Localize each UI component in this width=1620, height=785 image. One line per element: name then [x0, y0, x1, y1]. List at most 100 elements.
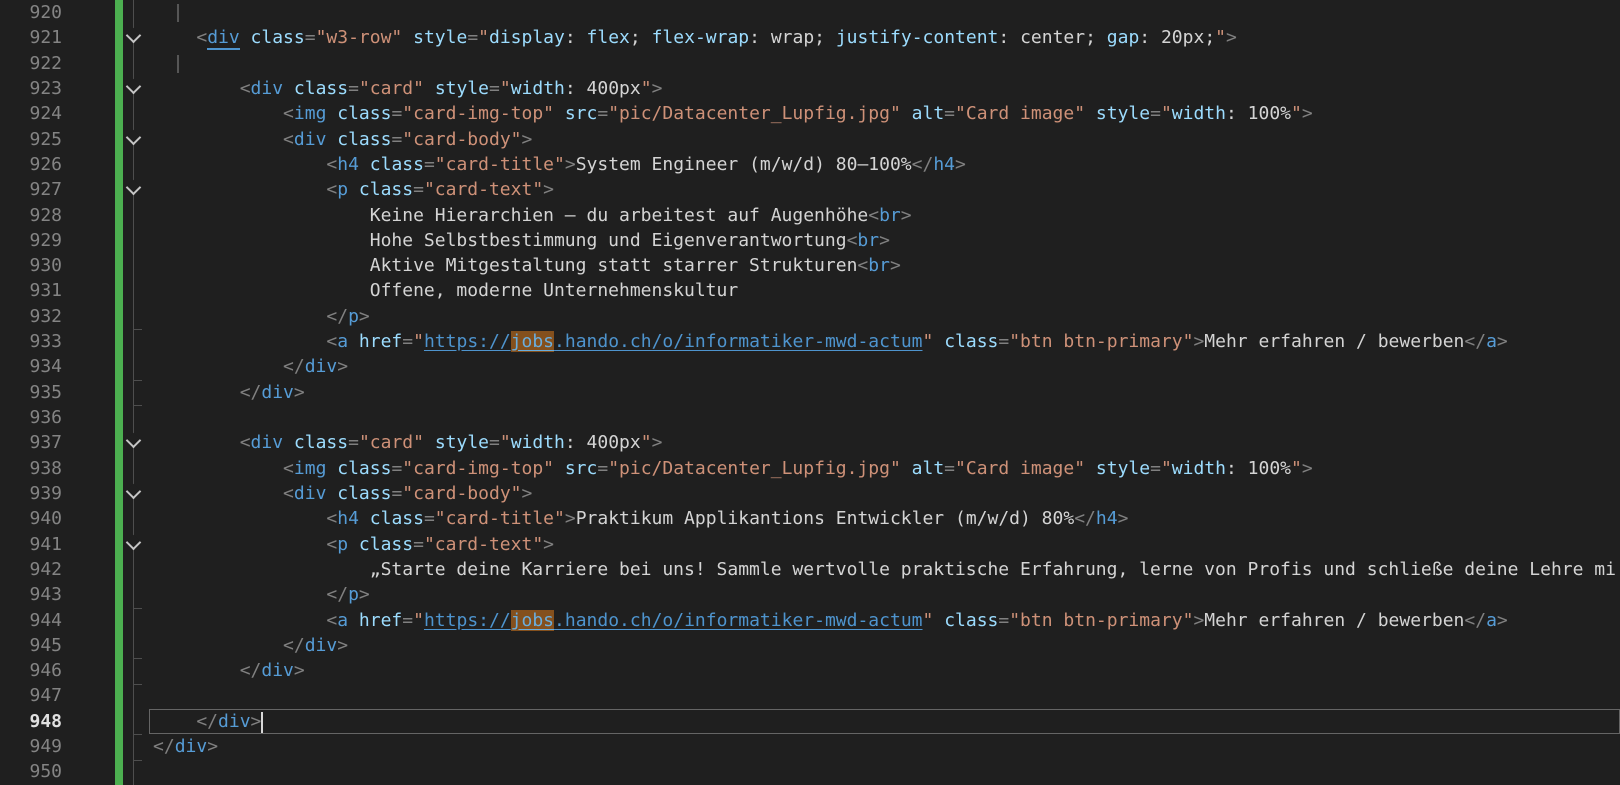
code-token: < — [153, 483, 294, 504]
code-token: "card" — [359, 78, 424, 99]
code-token — [283, 78, 294, 99]
line-number[interactable]: 933 — [0, 329, 62, 354]
code-line[interactable]: 925 <div class="card-body"> — [0, 127, 1620, 152]
line-number[interactable]: 929 — [0, 228, 62, 253]
line-number[interactable]: 943 — [0, 582, 62, 607]
code-token: > — [1302, 103, 1313, 124]
code-line[interactable]: 922 — [0, 51, 1620, 76]
fold-chevron-icon[interactable] — [126, 79, 142, 95]
line-number[interactable]: 934 — [0, 354, 62, 379]
line-number[interactable]: 920 — [0, 0, 62, 25]
code-text: </div> — [153, 734, 1620, 759]
line-number[interactable]: 922 — [0, 51, 62, 76]
code-token: div — [251, 432, 284, 453]
code-line[interactable]: 936 — [0, 405, 1620, 430]
line-number[interactable]: 939 — [0, 481, 62, 506]
gutter-fold-column — [62, 304, 153, 329]
code-line[interactable]: 927 <p class="card-text"> — [0, 177, 1620, 202]
code-token: > — [1226, 27, 1237, 48]
code-token: = — [489, 78, 500, 99]
code-token: System Engineer (m/w/d) 80–100% — [576, 154, 912, 175]
code-token: br — [857, 230, 879, 251]
line-number[interactable]: 924 — [0, 101, 62, 126]
line-number[interactable]: 942 — [0, 557, 62, 582]
line-number[interactable]: 940 — [0, 506, 62, 531]
code-line[interactable]: 941 <p class="card-text"> — [0, 532, 1620, 557]
code-editor: 920921 <div class="w3-row" style="displa… — [0, 0, 1620, 785]
line-number[interactable]: 923 — [0, 76, 62, 101]
fold-chevron-icon[interactable] — [126, 180, 142, 196]
code-line[interactable]: 932 </p> — [0, 304, 1620, 329]
code-line[interactable]: 929 Hohe Selbstbestimmung und Eigenveran… — [0, 228, 1620, 253]
code-token: = — [998, 610, 1009, 631]
code-token: " — [1291, 458, 1302, 479]
code-token: div — [251, 78, 284, 99]
code-line[interactable]: 924 <img class="card-img-top" src="pic/D… — [0, 101, 1620, 126]
line-number[interactable]: 944 — [0, 608, 62, 633]
gutter-fold-column — [62, 506, 153, 531]
code-line[interactable]: 935 </div> — [0, 380, 1620, 405]
line-number[interactable]: 947 — [0, 683, 62, 708]
line-number[interactable]: 936 — [0, 405, 62, 430]
code-line[interactable]: 920 — [0, 0, 1620, 25]
line-number[interactable]: 926 — [0, 152, 62, 177]
line-number[interactable]: 950 — [0, 759, 62, 784]
code-token: class — [294, 78, 348, 99]
line-number[interactable]: 945 — [0, 633, 62, 658]
code-line[interactable]: 950 — [0, 759, 1620, 784]
code-token: class — [337, 483, 391, 504]
code-line[interactable]: 934 </div> — [0, 354, 1620, 379]
line-number[interactable]: 931 — [0, 278, 62, 303]
code-line[interactable]: 930 Aktive Mitgestaltung statt starrer S… — [0, 253, 1620, 278]
code-line[interactable]: 939 <div class="card-body"> — [0, 481, 1620, 506]
code-line[interactable]: 943 </p> — [0, 582, 1620, 607]
line-number[interactable]: 938 — [0, 456, 62, 481]
line-number[interactable]: 932 — [0, 304, 62, 329]
line-number[interactable]: 925 — [0, 127, 62, 152]
code-line[interactable]: 928 Keine Hierarchien – du arbeitest auf… — [0, 203, 1620, 228]
code-line[interactable]: 937 <div class="card" style="width: 400p… — [0, 430, 1620, 455]
code-token: < — [857, 255, 868, 276]
code-line[interactable]: 938 <img class="card-img-top" src="pic/D… — [0, 456, 1620, 481]
code-token: : 400px — [565, 78, 641, 99]
code-line[interactable]: 931 Offene, moderne Unternehmenskultur — [0, 278, 1620, 303]
code-line[interactable]: 933 <a href="https://jobs.hando.ch/o/inf… — [0, 329, 1620, 354]
code-token: class — [359, 179, 413, 200]
code-token: div — [261, 660, 294, 681]
fold-chevron-icon[interactable] — [126, 534, 142, 550]
line-number[interactable]: 921 — [0, 25, 62, 50]
line-number[interactable]: 930 — [0, 253, 62, 278]
code-token: "card-body" — [402, 483, 521, 504]
line-number[interactable]: 927 — [0, 177, 62, 202]
code-token: width — [1172, 103, 1226, 124]
code-line[interactable]: 921 <div class="w3-row" style="display: … — [0, 25, 1620, 50]
line-number[interactable]: 946 — [0, 658, 62, 683]
line-number[interactable]: 935 — [0, 380, 62, 405]
code-token: class — [944, 610, 998, 631]
code-token — [348, 610, 359, 631]
line-number[interactable]: 948 — [0, 709, 62, 734]
fold-chevron-icon[interactable] — [126, 28, 142, 44]
code-token: class — [370, 154, 424, 175]
code-line[interactable]: 947 — [0, 683, 1620, 708]
line-number[interactable]: 928 — [0, 203, 62, 228]
code-line[interactable]: 944 <a href="https://jobs.hando.ch/o/inf… — [0, 608, 1620, 633]
code-token: img — [294, 458, 327, 479]
code-line[interactable]: 945 </div> — [0, 633, 1620, 658]
line-number[interactable]: 937 — [0, 430, 62, 455]
gutter-fold-column — [62, 228, 153, 253]
code-token: > — [207, 736, 218, 757]
code-line[interactable]: 946 </div> — [0, 658, 1620, 683]
code-line[interactable]: 942 „Starte deine Karriere bei uns! Samm… — [0, 557, 1620, 582]
fold-chevron-icon[interactable] — [126, 484, 142, 500]
code-line[interactable]: 923 <div class="card" style="width: 400p… — [0, 76, 1620, 101]
code-token: div — [305, 356, 338, 377]
code-token: src — [565, 103, 598, 124]
code-line[interactable]: 940 <h4 class="card-title">Praktikum App… — [0, 506, 1620, 531]
code-line[interactable]: 949 </div> — [0, 734, 1620, 759]
fold-chevron-icon[interactable] — [126, 129, 142, 145]
code-line[interactable]: 926 <h4 class="card-title">System Engine… — [0, 152, 1620, 177]
fold-chevron-icon[interactable] — [126, 433, 142, 449]
line-number[interactable]: 949 — [0, 734, 62, 759]
line-number[interactable]: 941 — [0, 532, 62, 557]
